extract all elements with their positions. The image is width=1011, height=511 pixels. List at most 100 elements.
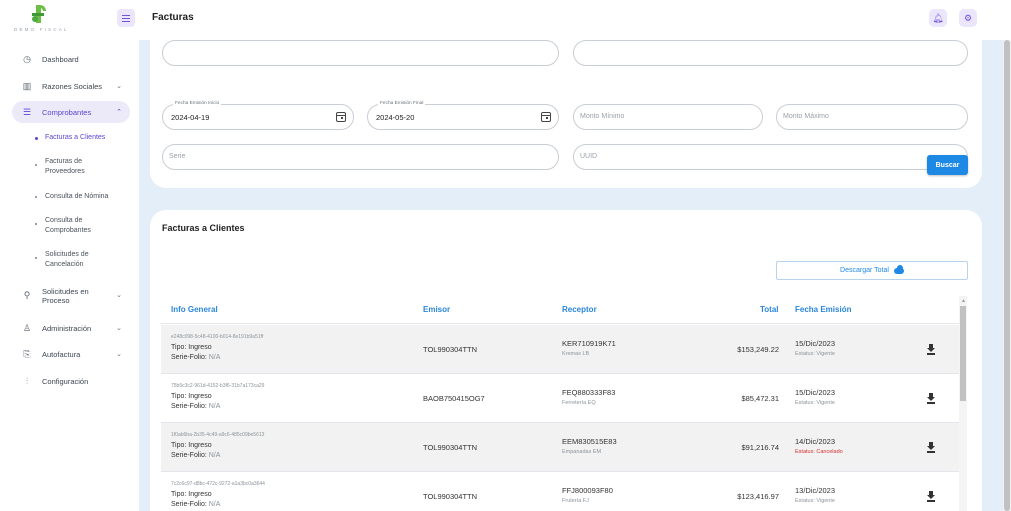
descargar-total-button[interactable]: Descargar Total bbox=[776, 261, 968, 280]
page-scrollbar-thumb[interactable] bbox=[1004, 40, 1010, 511]
bullet-icon bbox=[35, 164, 37, 166]
sidebar-subitem-consulta-nomina[interactable]: Consulta de Nómina bbox=[35, 192, 125, 202]
sidebar-subitem-facturas-proveedores[interactable]: Facturas de Proveedores bbox=[35, 157, 125, 176]
sliders-icon: ⫶ bbox=[25, 375, 29, 386]
sidebar-item-label: Solicitudes en Proceso bbox=[42, 286, 89, 306]
search-icon: ⚲ bbox=[23, 290, 31, 301]
fecha-final-field[interactable]: Fecha Emisión Final 2024-05-20 bbox=[367, 101, 559, 130]
col-emisor[interactable]: Emisor bbox=[423, 305, 450, 314]
table-scrollbar[interactable]: ▲ bbox=[959, 296, 967, 511]
receptor-rfc: EEM830515E83 bbox=[562, 437, 617, 446]
serie-folio-text: Serie-Folio: N/A bbox=[171, 403, 221, 410]
table-row[interactable]: 75b5c3c2-961d-4152-b3f6-31b7a173ca29 Tipo… bbox=[161, 374, 959, 423]
sidebar-item-comprobantes[interactable]: ☰ Comprobantes ⌃ bbox=[12, 101, 130, 123]
buscar-button[interactable]: Buscar bbox=[927, 155, 968, 175]
monto-maximo-field[interactable]: Monto Máximo bbox=[776, 104, 968, 130]
col-info-general[interactable]: Info General bbox=[171, 305, 218, 314]
list-icon: ☰ bbox=[22, 106, 32, 117]
cloud-download-icon bbox=[893, 264, 904, 274]
settings-button[interactable]: ⚙︎ bbox=[959, 9, 977, 27]
download-icon[interactable] bbox=[927, 442, 935, 453]
emisor-rfc: TOL990304TTN bbox=[423, 443, 478, 452]
monto-minimo-field[interactable]: Monto Mínimo bbox=[573, 104, 763, 130]
calendar-icon[interactable] bbox=[336, 112, 346, 122]
total-amount: $85,472.31 bbox=[741, 394, 779, 403]
download-icon[interactable] bbox=[927, 491, 935, 502]
menu-icon bbox=[122, 14, 130, 22]
calendar-icon[interactable] bbox=[541, 112, 551, 122]
fecha-emision: 15/Dic/2023 bbox=[795, 339, 836, 348]
receptor-field[interactable] bbox=[573, 40, 968, 66]
brand-logo[interactable]: DEMO FISCAL bbox=[14, 5, 67, 33]
page-scrollbar[interactable] bbox=[1003, 40, 1011, 511]
bullet-icon bbox=[35, 136, 38, 140]
main-content: Fecha Emisión Inicio 2024-04-19 Fecha Em… bbox=[139, 40, 1003, 511]
dashboard-icon: ◷ bbox=[23, 53, 31, 64]
sidebar-item-label: Razones Sociales bbox=[42, 81, 103, 91]
table-row[interactable]: 7c2c6c97-d8bc-472c-9272-a1a3bc0a3644 Tipo… bbox=[161, 472, 959, 511]
logo-icon bbox=[32, 5, 46, 23]
tipo-text: Tipo: Ingreso bbox=[171, 344, 212, 351]
uuid-text: 1f0ab6ba-2b35-4c49-a9c6-485c09be5613 bbox=[171, 432, 265, 438]
chevron-down-icon: ⌄ bbox=[116, 351, 122, 358]
emisor-rfc: TOL990304TTN bbox=[423, 492, 478, 501]
logo-wordmark: DEMO FISCAL bbox=[14, 27, 69, 32]
col-total[interactable]: Total bbox=[760, 305, 779, 314]
serie-folio-text: Serie-Folio: N/A bbox=[171, 354, 221, 361]
uuid-field[interactable]: UUID bbox=[573, 144, 968, 170]
emisor-field[interactable] bbox=[162, 40, 559, 66]
tipo-text: Tipo: Ingreso bbox=[171, 442, 212, 449]
table-title: Facturas a Clientes bbox=[162, 223, 245, 233]
receptor-rfc: FEQ880333F83 bbox=[562, 388, 616, 397]
bell-icon: 🔔︎ bbox=[932, 12, 944, 23]
bullet-icon bbox=[35, 196, 37, 198]
fecha-emision: 13/Dic/2023 bbox=[795, 486, 836, 495]
receptor-name: Empanadas EM bbox=[562, 449, 602, 455]
sidebar-item-administracion[interactable]: ♙ Administración ⌄ bbox=[12, 318, 130, 338]
receptor-name: Ferretería EQ bbox=[562, 400, 596, 406]
notifications-button[interactable]: 🔔︎ bbox=[929, 9, 947, 27]
sidebar-item-dashboard[interactable]: ◷ Dashboard bbox=[12, 49, 130, 69]
col-receptor[interactable]: Receptor bbox=[562, 305, 597, 314]
table-row[interactable]: 1f0ab6ba-2b35-4c49-a9c6-485c09be5613 Tipo… bbox=[161, 423, 959, 472]
fecha-emision: 15/Dic/2023 bbox=[795, 388, 836, 397]
table-scrollbar-thumb[interactable] bbox=[960, 306, 966, 401]
fecha-inicio-field[interactable]: Fecha Emisión Inicio 2024-04-19 bbox=[162, 101, 354, 130]
sidebar-subitem-consulta-comprobantes[interactable]: Consulta de Comprobantes bbox=[35, 216, 125, 235]
col-fecha-emision[interactable]: Fecha Emisión bbox=[795, 305, 851, 314]
page-title: Facturas bbox=[152, 12, 194, 23]
sidebar-subitem-solicitudes-cancelacion[interactable]: Solicitudes de Cancelación bbox=[35, 250, 125, 269]
chevron-down-icon: ⌄ bbox=[116, 83, 122, 90]
sidebar-item-label: Configuración bbox=[42, 376, 89, 386]
sidebar: DEMO FISCAL ◷ Dashboard ▥ Razones Social… bbox=[0, 0, 139, 511]
building-icon: ▥ bbox=[22, 80, 32, 91]
uuid-text: 75b5c3c2-961d-4152-b3f6-31b7a173ca29 bbox=[171, 383, 265, 389]
scroll-up-icon[interactable]: ▲ bbox=[961, 298, 966, 304]
serie-field[interactable]: Serie bbox=[162, 144, 559, 170]
sidebar-item-solicitudes-proceso[interactable]: ⚲ Solicitudes en Proceso ⌄ bbox=[12, 285, 130, 307]
menu-toggle-button[interactable] bbox=[117, 9, 135, 27]
sidebar-item-razones-sociales[interactable]: ▥ Razones Sociales ⌄ bbox=[12, 76, 130, 96]
tipo-text: Tipo: Ingreso bbox=[171, 491, 212, 498]
serie-folio-text: Serie-Folio: N/A bbox=[171, 501, 221, 508]
download-icon[interactable] bbox=[927, 344, 935, 355]
sidebar-subitem-facturas-clientes[interactable]: Facturas a Clientes bbox=[35, 133, 125, 143]
tipo-text: Tipo: Ingreso bbox=[171, 393, 212, 400]
bullet-icon bbox=[35, 223, 37, 225]
serie-folio-text: Serie-Folio: N/A bbox=[171, 452, 221, 459]
emisor-rfc: BAOB750415OG7 bbox=[423, 394, 485, 403]
table-row[interactable]: e248c098-5c48-4100-b014-8e191b9a51ff Tipo… bbox=[161, 325, 959, 374]
receptor-name: Frutería FJ bbox=[562, 498, 589, 504]
emisor-rfc: TOL990304TTN bbox=[423, 345, 478, 354]
sidebar-item-autofactura[interactable]: ⎘ Autofactura ⌄ bbox=[12, 344, 130, 364]
receptor-rfc: KER710919K71 bbox=[562, 339, 616, 348]
table-header: Info General Emisor Receptor Total Fecha… bbox=[161, 294, 959, 324]
sidebar-item-configuracion[interactable]: ⫶ Configuración bbox=[12, 371, 130, 391]
total-amount: $153,249.22 bbox=[737, 345, 779, 354]
estatus-text: Estatus: Cancelado bbox=[795, 449, 843, 455]
filters-card: Fecha Emisión Inicio 2024-04-19 Fecha Em… bbox=[150, 40, 982, 188]
estatus-text: Estatus: Vigente bbox=[795, 351, 835, 357]
total-amount: $123,416.97 bbox=[737, 492, 779, 501]
chevron-up-icon: ⌃ bbox=[116, 109, 122, 116]
download-icon[interactable] bbox=[927, 393, 935, 404]
